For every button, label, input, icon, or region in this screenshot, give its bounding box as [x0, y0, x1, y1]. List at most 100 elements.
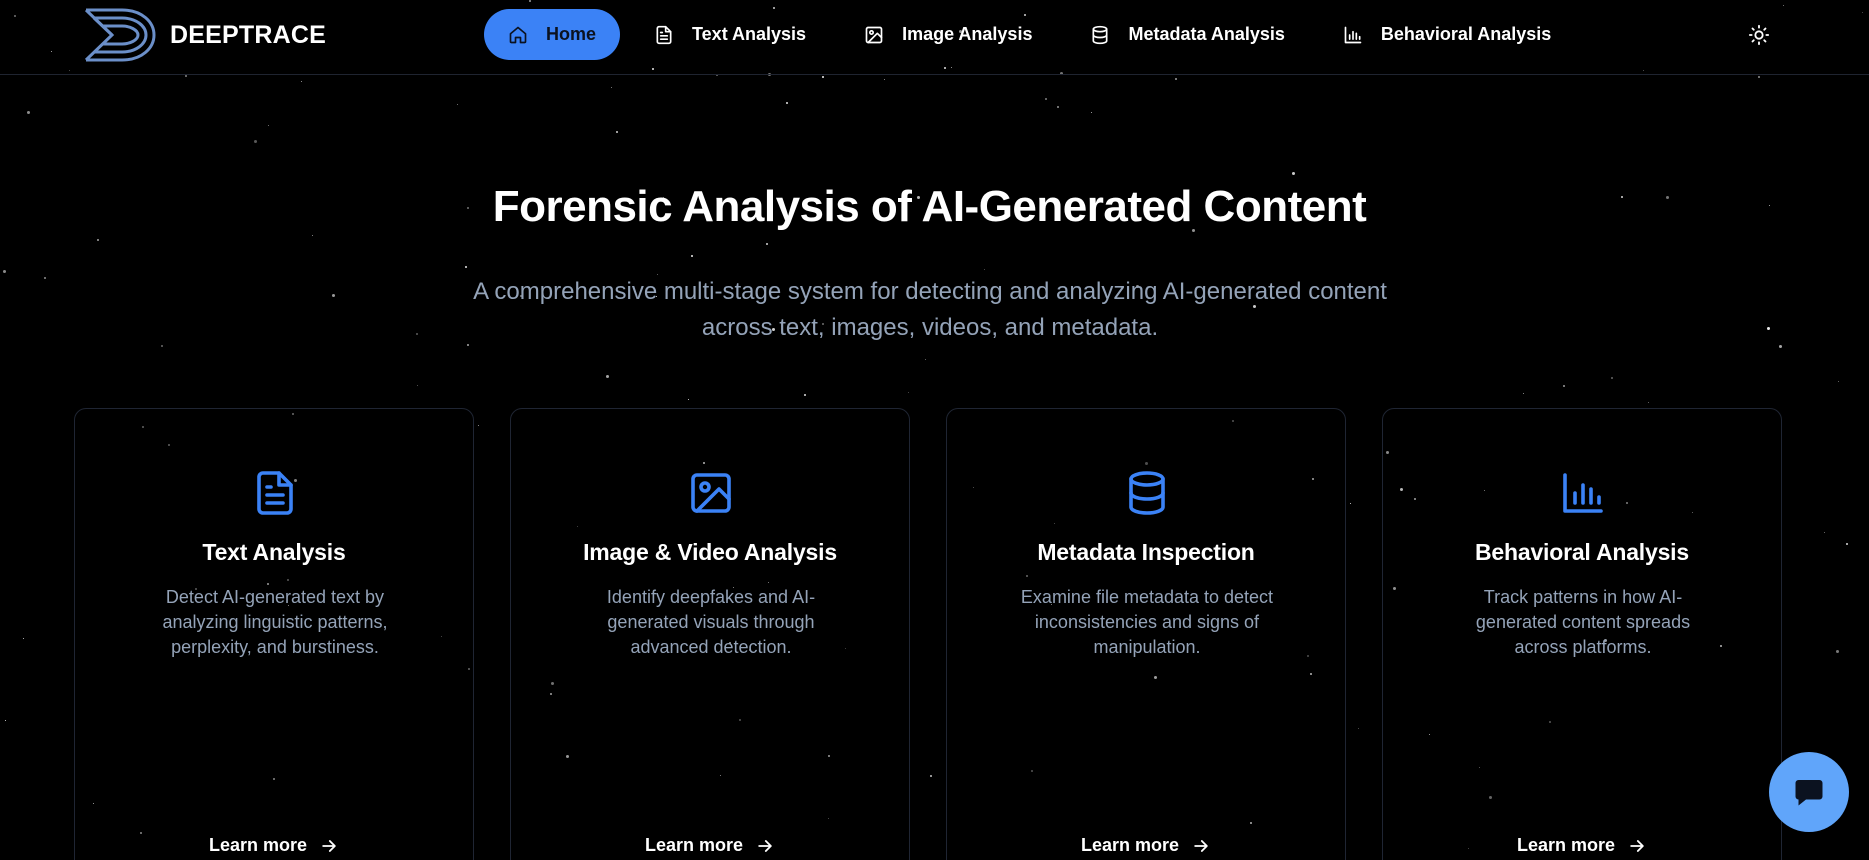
image-icon — [864, 25, 884, 45]
star — [908, 392, 909, 393]
star — [268, 125, 269, 126]
arrow-right-icon — [755, 836, 775, 856]
document-icon — [251, 469, 299, 517]
star — [1611, 377, 1613, 379]
database-icon — [1090, 25, 1110, 45]
chat-button[interactable] — [1769, 752, 1849, 832]
top-navbar: DEEPTRACE Home Text Analysis Image Analy… — [0, 0, 1869, 75]
learn-more-label: Learn more — [644, 835, 744, 855]
nav-item-home[interactable]: Home — [484, 9, 621, 60]
card-description: Detect AI-generated text by analyzing li… — [162, 587, 388, 657]
star — [44, 277, 46, 279]
arrow-right-icon — [1191, 836, 1211, 856]
nav-item-behavioral-analysis[interactable]: Behavioral Analysis — [1319, 9, 1575, 60]
nav-item-label: Home — [546, 24, 597, 44]
star — [301, 81, 302, 82]
star — [1523, 393, 1524, 394]
chat-bubble-icon — [1795, 780, 1823, 806]
star — [1292, 172, 1295, 175]
star — [1846, 543, 1848, 545]
learn-more-label: Learn more — [1516, 835, 1616, 855]
star — [1779, 345, 1782, 348]
star — [616, 131, 618, 133]
star — [925, 359, 926, 360]
star — [5, 720, 6, 721]
home-icon — [508, 25, 528, 45]
star — [185, 75, 187, 77]
feature-card-text-analysis: Text Analysis Detect AI-generated text b… — [74, 408, 474, 860]
nav-item-label: Image Analysis — [902, 24, 1033, 44]
star — [1175, 78, 1177, 80]
bar-chart-icon — [1559, 469, 1607, 517]
nav-item-image-analysis[interactable]: Image Analysis — [840, 9, 1056, 60]
arrow-right-icon — [1627, 836, 1647, 856]
star — [688, 399, 689, 400]
learn-more-label: Learn more — [208, 835, 308, 855]
star — [786, 102, 788, 104]
bar-chart-icon — [1343, 25, 1363, 45]
card-description: Track patterns in how AI-generated conte… — [1475, 587, 1691, 657]
page-subtitle: A comprehensive multi-stage system for d… — [473, 278, 1387, 341]
star — [1563, 385, 1565, 387]
nav-item-text-analysis[interactable]: Text Analysis — [630, 9, 830, 60]
feature-card-behavioral-analysis: Behavioral Analysis Track patterns in ho… — [1382, 408, 1782, 860]
star — [457, 104, 458, 105]
nav-item-label: Metadata Analysis — [1128, 24, 1285, 44]
star — [161, 345, 163, 347]
page-title: Forensic Analysis of AI-Generated Conten… — [492, 182, 1367, 231]
theme-toggle-button[interactable] — [1744, 20, 1774, 50]
star — [27, 111, 30, 114]
star — [1091, 112, 1092, 113]
star — [23, 638, 24, 639]
star — [1057, 106, 1059, 108]
star — [1758, 76, 1760, 78]
star — [1045, 98, 1047, 100]
learn-more-link[interactable]: Learn more — [1383, 835, 1781, 856]
feature-cards: Text Analysis Detect AI-generated text b… — [74, 408, 1782, 860]
star — [3, 270, 6, 273]
star — [254, 140, 257, 143]
card-description: Examine file metadata to detect inconsis… — [1020, 587, 1274, 657]
star — [1838, 381, 1839, 382]
nav-item-label: Behavioral Analysis — [1380, 24, 1552, 44]
star — [312, 235, 313, 236]
arrow-right-icon — [319, 836, 339, 856]
star — [606, 375, 609, 378]
database-icon — [1123, 469, 1171, 517]
star — [1767, 327, 1770, 330]
image-icon — [687, 469, 735, 517]
star — [884, 79, 885, 80]
learn-more-link[interactable]: Learn more — [75, 835, 473, 856]
star — [1836, 650, 1839, 653]
star — [416, 333, 418, 335]
card-title: Image & Video Analysis — [583, 539, 837, 565]
star — [332, 294, 335, 297]
nav-item-metadata-analysis[interactable]: Metadata Analysis — [1066, 9, 1308, 60]
nav-item-label: Text Analysis — [692, 24, 807, 44]
star — [465, 266, 467, 268]
feature-card-image-video-analysis: Image & Video Analysis Identify deepfake… — [510, 408, 910, 860]
main-nav: Home Text Analysis Image Analysis Metada… — [484, 9, 1585, 60]
star — [822, 76, 824, 78]
sun-icon — [1748, 24, 1770, 46]
star — [611, 87, 612, 88]
brand-name: DEEPTRACE — [170, 20, 326, 49]
feature-card-metadata-inspection: Metadata Inspection Examine file metadat… — [946, 408, 1346, 860]
learn-more-link[interactable]: Learn more — [511, 835, 909, 856]
card-title: Metadata Inspection — [1037, 539, 1255, 565]
star — [1648, 402, 1649, 403]
star — [97, 239, 99, 241]
card-description: Identify deepfakes and AI-generated visu… — [606, 587, 816, 657]
star — [984, 269, 985, 270]
learn-more-label: Learn more — [1080, 835, 1180, 855]
star — [804, 394, 806, 396]
star — [691, 255, 693, 257]
card-title: Text Analysis — [202, 539, 346, 565]
brand[interactable]: DEEPTRACE — [82, 5, 326, 65]
learn-more-link[interactable]: Learn more — [947, 835, 1345, 856]
page: DEEPTRACE Home Text Analysis Image Analy… — [0, 0, 1869, 860]
star — [1824, 532, 1825, 533]
star — [417, 385, 418, 386]
star — [766, 243, 768, 245]
card-title: Behavioral Analysis — [1475, 539, 1689, 565]
